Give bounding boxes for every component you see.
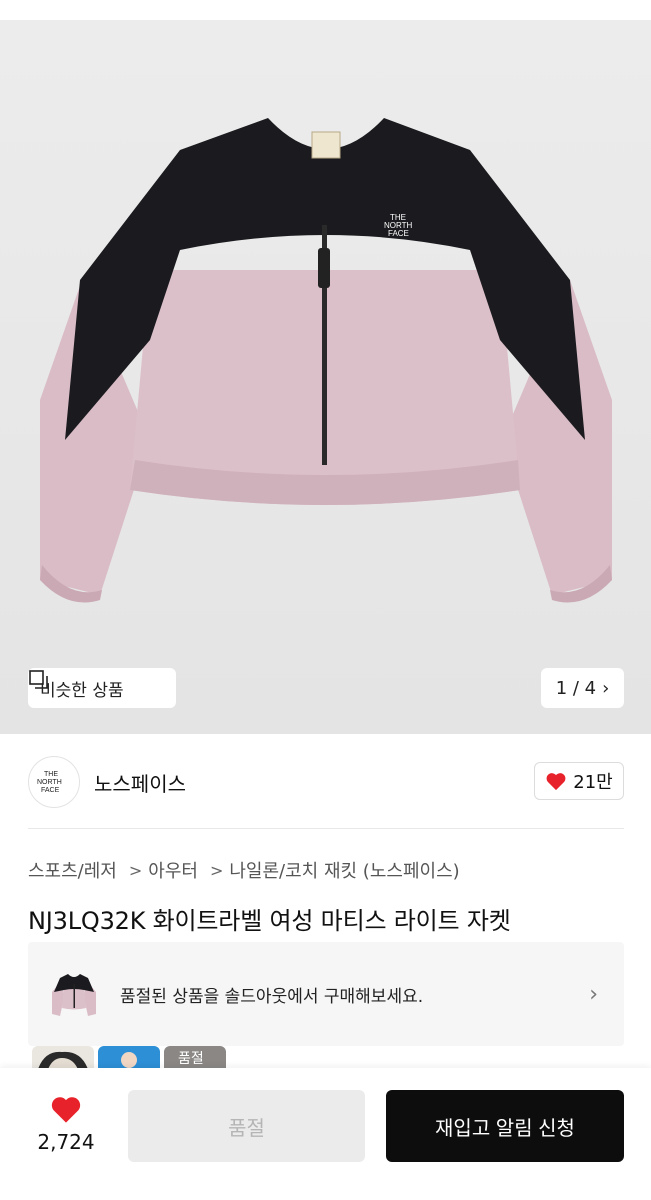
similar-products-button[interactable]: 비슷한 상품 (28, 668, 176, 708)
image-pager-button[interactable]: 1 / 4 › (541, 668, 624, 708)
breadcrumb-item-outer[interactable]: 아우터 (148, 857, 198, 883)
brand-like-button[interactable]: 21만 (534, 762, 624, 800)
brand-name[interactable]: 노스페이스 (94, 768, 186, 797)
breadcrumb: 스포츠/레저 > 아우터 > 나일론/코치 재킷 (노스페이스) (28, 857, 460, 883)
thumbnail-soldout-label: 품절 (178, 1051, 204, 1067)
page-indicator: 1 / 4 (555, 677, 597, 699)
related-thumbnail[interactable] (32, 1046, 94, 1068)
svg-text:FACE: FACE (388, 229, 409, 238)
bottom-action-bar: 2,724 품절 재입고 알림 신청 (0, 1068, 651, 1200)
chevron-right-icon: > (209, 860, 224, 880)
svg-text:FACE: FACE (41, 787, 60, 794)
svg-text:THE: THE (44, 771, 58, 778)
divider (28, 828, 624, 829)
soldout-banner[interactable]: 품절된 상품을 솔드아웃에서 구매해보세요. › (28, 942, 624, 1046)
soldout-product-thumbnail (52, 974, 96, 1016)
similar-products-label: 비슷한 상품 (40, 680, 124, 701)
product-title: NJ3LQ32K 화이트라벨 여성 마티스 라이트 자켓 (28, 907, 511, 935)
related-thumbnail[interactable]: 품절 (164, 1046, 226, 1068)
heart-icon (546, 773, 566, 791)
brand-like-count: 21만 (573, 772, 613, 793)
related-thumbnail[interactable] (98, 1046, 160, 1068)
soldout-button[interactable]: 품절 (128, 1090, 365, 1162)
wish-button[interactable]: 2,724 (30, 1094, 102, 1154)
soldout-banner-text: 품절된 상품을 솔드아웃에서 구매해보세요. (120, 987, 424, 1007)
similar-products-icon (29, 670, 48, 689)
product-image-gallery[interactable]: THE NORTH FACE 비슷한 상품 1 / 4 › (0, 20, 651, 734)
heart-icon (51, 1097, 81, 1123)
svg-text:NORTH: NORTH (37, 779, 62, 786)
brand-logo[interactable]: THE NORTH FACE (28, 756, 80, 808)
wish-count: 2,724 (37, 1130, 95, 1154)
related-thumbnails: 품절 (32, 1046, 226, 1068)
breadcrumb-item-coach-jacket[interactable]: 나일론/코치 재킷 (노스페이스) (229, 857, 459, 883)
north-face-logo-icon: THE NORTH FACE (37, 771, 62, 794)
brand-row: THE NORTH FACE 노스페이스 21만 (28, 755, 624, 809)
chevron-right-icon: › (602, 677, 610, 699)
breadcrumb-item-sports[interactable]: 스포츠/레저 (28, 857, 117, 883)
jacket-image: THE NORTH FACE (40, 118, 612, 603)
restock-alert-button[interactable]: 재입고 알림 신청 (386, 1090, 624, 1162)
chevron-right-icon: › (589, 982, 598, 1007)
chevron-right-icon: > (128, 860, 143, 880)
